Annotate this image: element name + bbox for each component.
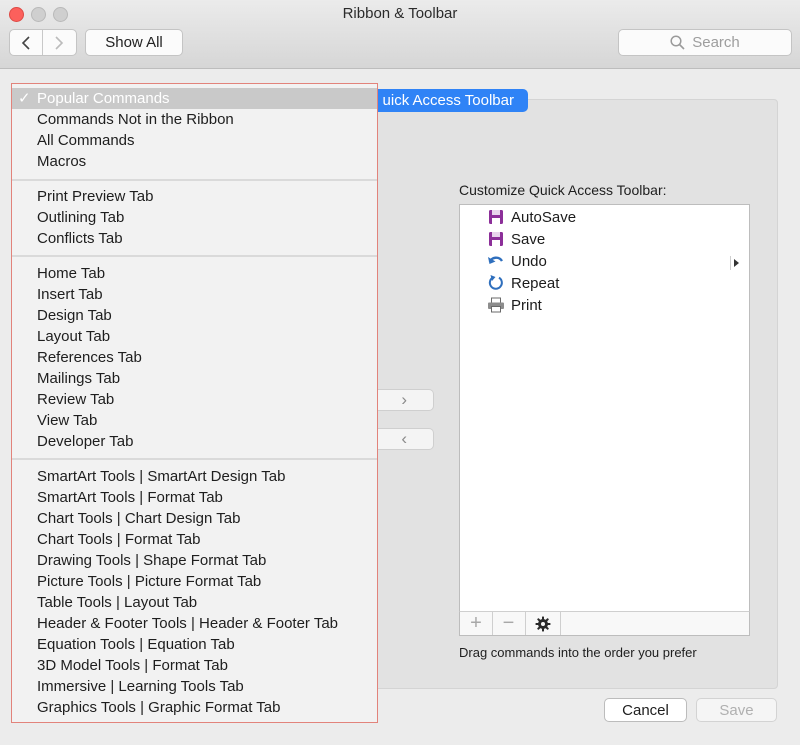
menu-item[interactable]: Review Tab (12, 389, 377, 410)
qat-label: Customize Quick Access Toolbar: (459, 182, 667, 198)
list-item[interactable]: Repeat (487, 272, 559, 294)
back-button[interactable] (10, 30, 43, 55)
menu-item-label: Popular Commands (37, 90, 170, 107)
qat-item-label: AutoSave (511, 208, 577, 226)
menu-item[interactable]: SmartArt Tools | Format Tab (12, 487, 377, 508)
menu-item[interactable]: Chart Tools | Format Tab (12, 529, 377, 550)
chevron-left-icon (21, 35, 30, 50)
qat-item-label: Repeat (511, 274, 560, 292)
floppy-disk-icon (487, 230, 505, 248)
undo-arrow-icon (487, 252, 505, 270)
menu-item[interactable]: Print Preview Tab (12, 186, 377, 207)
qat-controls: + − (459, 611, 750, 636)
search-icon (670, 35, 685, 50)
menu-item-popular-commands[interactable]: ✓ Popular Commands (12, 88, 377, 109)
list-item[interactable]: AutoSave (487, 206, 576, 228)
command-source-dropdown-menu: ✓ Popular Commands Commands Not in the R… (11, 83, 378, 723)
menu-item[interactable]: Equation Tools | Equation Tab (12, 634, 377, 655)
menu-item[interactable]: SmartArt Tools | SmartArt Design Tab (12, 466, 377, 487)
menu-item[interactable]: Commands Not in the Ribbon (12, 109, 377, 130)
qat-item-label: Print (511, 296, 542, 314)
preferences-window: Ribbon & Toolbar Show All Search uick Ac… (0, 0, 800, 745)
show-all-button[interactable]: Show All (85, 29, 183, 56)
remove-item-button[interactable]: − (492, 612, 526, 635)
menu-separator (12, 179, 377, 181)
qat-command-list[interactable]: AutoSave Save Undo Repeat Print (459, 204, 750, 613)
add-item-button[interactable]: + (460, 612, 493, 635)
list-item[interactable]: Save (487, 228, 545, 250)
chevron-left-icon: ‹ (401, 429, 407, 448)
menu-separator (12, 255, 377, 257)
menu-item[interactable]: Chart Tools | Chart Design Tab (12, 508, 377, 529)
menu-item[interactable]: Immersive | Learning Tools Tab (12, 676, 377, 697)
menu-item[interactable]: Graphics Tools | Graphic Format Tab (12, 697, 377, 718)
menu-item[interactable]: Picture Tools | Picture Format Tab (12, 571, 377, 592)
menu-item[interactable]: View Tab (12, 410, 377, 431)
menu-item[interactable]: Insert Tab (12, 284, 377, 305)
menu-item[interactable]: Home Tab (12, 263, 377, 284)
search-placeholder: Search (692, 34, 740, 51)
window-title: Ribbon & Toolbar (342, 5, 458, 22)
drag-hint-text: Drag commands into the order you prefer (459, 645, 697, 660)
menu-item[interactable]: Drawing Tools | Shape Format Tab (12, 550, 377, 571)
save-button[interactable]: Save (696, 698, 777, 722)
search-field[interactable]: Search (618, 29, 792, 56)
navigation-buttons (9, 29, 77, 56)
options-button[interactable] (525, 612, 561, 635)
menu-item[interactable]: Conflicts Tab (12, 228, 377, 249)
list-item[interactable]: Undo (487, 250, 547, 272)
submenu-indicator[interactable] (730, 256, 739, 270)
menu-item[interactable]: References Tab (12, 347, 377, 368)
qat-item-label: Undo (511, 252, 547, 270)
cancel-button[interactable]: Cancel (604, 698, 687, 722)
menu-item[interactable]: Header & Footer Tools | Header & Footer … (12, 613, 377, 634)
menu-item[interactable]: Table Tools | Layout Tab (12, 592, 377, 613)
menu-item[interactable]: All Commands (12, 130, 377, 151)
menu-item[interactable]: 3D Model Tools | Format Tab (12, 655, 377, 676)
triangle-right-icon (734, 259, 739, 267)
qat-item-label: Save (511, 230, 546, 248)
menu-item[interactable]: Layout Tab (12, 326, 377, 347)
forward-button[interactable] (43, 30, 75, 55)
gear-icon (535, 616, 550, 631)
checkmark-icon: ✓ (18, 90, 31, 107)
menu-item[interactable]: Macros (12, 151, 377, 172)
chevron-right-icon: › (401, 390, 407, 409)
menu-item[interactable]: Design Tab (12, 305, 377, 326)
menu-separator (12, 458, 377, 460)
menu-item[interactable]: Mailings Tab (12, 368, 377, 389)
menu-item[interactable]: Developer Tab (12, 431, 377, 452)
list-item[interactable]: Print (487, 294, 542, 316)
printer-icon (487, 296, 505, 314)
add-command-button[interactable]: › (377, 389, 434, 411)
menu-item[interactable]: Outlining Tab (12, 207, 377, 228)
remove-command-button[interactable]: ‹ (377, 428, 434, 450)
repeat-arrow-icon (487, 274, 505, 292)
floppy-disk-icon (487, 208, 505, 226)
chevron-right-icon (55, 35, 64, 50)
title-bar: Ribbon & Toolbar Show All Search (0, 0, 800, 69)
